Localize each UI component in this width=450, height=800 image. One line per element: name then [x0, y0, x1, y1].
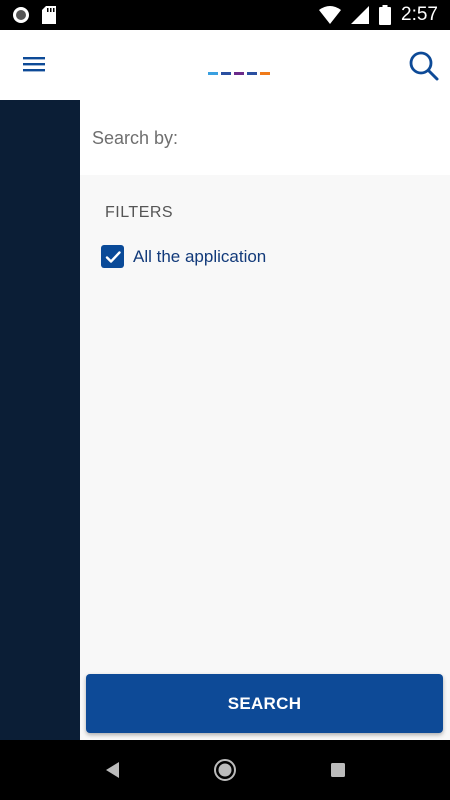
filter-all-application[interactable]: All the application — [101, 245, 266, 268]
app-logo — [208, 72, 270, 75]
logo-bar-1 — [208, 72, 218, 75]
hamburger-menu-icon — [23, 57, 45, 72]
status-left-icons — [12, 6, 56, 24]
logo-bar-3 — [234, 72, 244, 75]
logo-bar-2 — [221, 72, 231, 75]
home-circle-icon — [214, 759, 236, 781]
status-right-icons: 2:57 — [319, 4, 438, 26]
search-toolbar-button[interactable] — [406, 48, 442, 84]
logo-bar-4 — [247, 72, 257, 75]
battery-icon — [379, 5, 392, 25]
search-by-label: Search by: — [92, 128, 179, 148]
sd-card-icon — [42, 6, 56, 24]
search-button[interactable]: SEARCH — [86, 674, 443, 733]
checkmark-icon — [105, 250, 121, 263]
search-by-field[interactable]: Search by: — [80, 100, 450, 175]
back-triangle-icon — [106, 762, 119, 778]
nav-recents-button[interactable] — [330, 762, 346, 783]
status-time: 2:57 — [401, 4, 438, 25]
signal-icon — [351, 6, 370, 24]
filter-checkbox[interactable] — [101, 245, 124, 268]
filter-label: All the application — [133, 246, 267, 266]
filters-title: FILTERS — [105, 204, 174, 221]
search-icon — [409, 51, 439, 81]
wifi-icon — [319, 6, 342, 24]
system-nav-bar — [0, 740, 450, 800]
nav-home-button[interactable] — [213, 758, 237, 787]
recents-square-icon — [331, 763, 345, 777]
search-panel: Search by: FILTERS All the application S… — [80, 100, 450, 740]
menu-button[interactable] — [20, 52, 50, 78]
nav-back-button[interactable] — [103, 760, 121, 785]
record-icon — [13, 7, 29, 23]
side-panel-overlay[interactable] — [0, 100, 80, 740]
app-bar — [0, 30, 450, 100]
status-bar: 2:57 — [0, 0, 450, 30]
logo-bar-5 — [260, 72, 270, 75]
